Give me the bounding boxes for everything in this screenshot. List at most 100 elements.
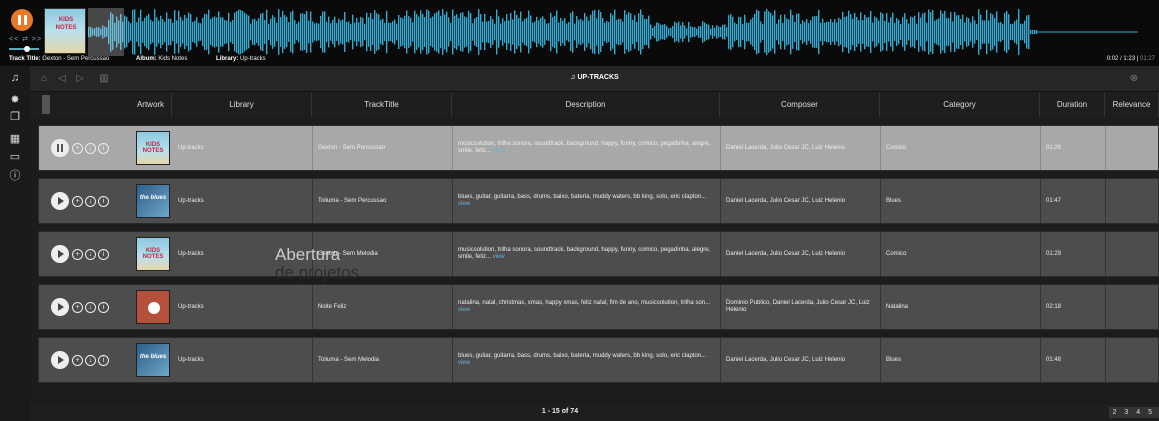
duration-cell: 01:26	[1041, 126, 1106, 170]
waveform-bar	[790, 9, 792, 55]
column-header-tracktitle[interactable]: TrackTitle	[312, 92, 452, 117]
info-icon[interactable]: i	[98, 354, 109, 366]
download-icon[interactable]: ↓	[85, 195, 96, 207]
waveform-bar	[626, 14, 628, 50]
waveform-bar	[978, 9, 980, 55]
volume-knob[interactable]	[24, 46, 30, 52]
waveform-bar	[224, 20, 226, 44]
waveform-bar	[630, 13, 632, 51]
table-row[interactable]: + ↓ i the blues Up-tracks Toliuma - Sem Melod…	[38, 337, 1159, 383]
info-icon[interactable]: i	[98, 301, 109, 313]
pause-icon[interactable]	[51, 139, 69, 157]
add-icon[interactable]: +	[72, 248, 83, 260]
track-title-cell: Toliuma - Sem Melodia	[313, 338, 453, 382]
waveform-bar	[166, 12, 168, 52]
close-circle-icon[interactable]: ⊗	[1128, 73, 1140, 85]
waveform-bar	[914, 15, 916, 49]
waveform[interactable]	[88, 8, 1154, 56]
column-header-composer[interactable]: Composer	[720, 92, 880, 117]
folder-icon[interactable]: ▭	[9, 151, 21, 163]
view-link[interactable]: view	[458, 360, 470, 366]
add-icon[interactable]: +	[72, 142, 83, 154]
table-row[interactable]: + ↓ i the blues Up-tracks Toliuma - Sem Percu…	[38, 178, 1159, 224]
waveform-bar	[514, 10, 516, 54]
waveform-bar	[812, 16, 814, 48]
waveform-bar	[452, 9, 454, 55]
waveform-bar	[900, 23, 902, 41]
waveform-bar	[186, 17, 188, 47]
play-icon[interactable]	[51, 192, 69, 210]
waveform-bar	[684, 25, 686, 39]
pause-button[interactable]	[11, 9, 33, 31]
waveform-bar	[872, 22, 874, 42]
music-note-icon[interactable]: ♫	[9, 72, 21, 84]
info-icon[interactable]: i	[98, 195, 109, 207]
column-header-library[interactable]: Library	[172, 92, 312, 117]
waveform-bar	[356, 17, 358, 47]
add-icon[interactable]: +	[72, 195, 83, 207]
waveform-bar	[504, 21, 506, 43]
waveform-bar	[444, 14, 446, 50]
table-row[interactable]: + ↓ i Up-tracks Noite Feliz natalina, natal, …	[38, 284, 1159, 330]
description-text: natalina, natal, christmas, xmas, happy …	[458, 300, 711, 306]
info-icon[interactable]: i	[98, 142, 109, 154]
download-icon[interactable]: ↓	[85, 354, 96, 366]
waveform-bar	[350, 23, 352, 41]
waveform-bar	[494, 23, 496, 41]
waveform-bar	[658, 23, 660, 41]
waveform-bar	[512, 19, 514, 45]
copy-icon[interactable]: ❐	[9, 111, 21, 123]
view-link[interactable]: view	[493, 148, 505, 154]
waveform-bar	[254, 18, 256, 46]
waveform-bar	[976, 23, 978, 41]
grid-icon[interactable]: ▦	[9, 133, 21, 145]
waveform-bar	[140, 9, 142, 55]
column-header-relevance[interactable]: Relevance	[1105, 92, 1159, 117]
view-link[interactable]: view	[493, 254, 505, 260]
column-header-artwork[interactable]: Artwork	[130, 92, 172, 117]
waveform-bar	[920, 17, 922, 47]
waveform-bar	[800, 23, 802, 41]
waveform-bar	[606, 20, 608, 44]
table-row[interactable]: + ↓ i KIDS NOTES Up-tracks Gexton - Sem Melod…	[38, 231, 1159, 277]
add-icon[interactable]: +	[72, 301, 83, 313]
overlay-line-2: de projetos	[275, 263, 360, 282]
column-header-duration[interactable]: Duration	[1040, 92, 1105, 117]
column-header-category[interactable]: Category	[880, 92, 1040, 117]
info-icon[interactable]: ⓘ	[9, 170, 21, 182]
composer-cell-text: Daniel Lacerda, Julio Cesar JC, Luiz Hel…	[726, 356, 846, 363]
download-icon[interactable]: ↓	[85, 301, 96, 313]
info-icon[interactable]: i	[98, 248, 109, 260]
play-icon[interactable]	[51, 298, 69, 316]
waveform-bar	[928, 9, 930, 55]
duration-cell-text: 01:48	[1046, 356, 1062, 363]
waveform-bar	[134, 9, 136, 55]
waveform-bar	[724, 24, 726, 40]
table-row[interactable]: + ↓ i KIDS NOTES Up-tracks Gexton - Sem Percu…	[38, 125, 1159, 171]
waveform-bar	[314, 23, 316, 41]
waveform-bar	[434, 13, 436, 51]
transport-controls[interactable]: << ⇄ >>	[9, 35, 42, 43]
waveform-bar	[468, 10, 470, 54]
play-icon[interactable]	[51, 351, 69, 369]
artwork-label: the blues	[139, 354, 167, 360]
waveform-bar	[962, 14, 964, 50]
waveform-bar	[144, 17, 146, 47]
download-icon[interactable]: ↓	[85, 142, 96, 154]
track-table: + ↓ i KIDS NOTES Up-tracks Gexton - Sem Percu…	[30, 117, 1159, 397]
page-links[interactable]: 2 3 4 5	[1108, 407, 1159, 418]
waveform-bar	[984, 20, 986, 44]
sun-icon[interactable]: ✸	[9, 94, 21, 106]
play-icon[interactable]	[51, 245, 69, 263]
add-icon[interactable]: +	[72, 354, 83, 366]
waveform-bar	[346, 21, 348, 43]
column-header-description[interactable]: Description	[452, 92, 720, 117]
duration-cell: 01:47	[1041, 179, 1106, 223]
library-meta: Library: Up-tracks	[216, 56, 266, 62]
select-all-handle[interactable]	[42, 95, 50, 114]
view-link[interactable]: view	[458, 201, 470, 207]
view-link[interactable]: view	[458, 307, 470, 313]
download-icon[interactable]: ↓	[85, 248, 96, 260]
waveform-bar	[218, 11, 220, 53]
waveform-bar	[706, 24, 708, 40]
